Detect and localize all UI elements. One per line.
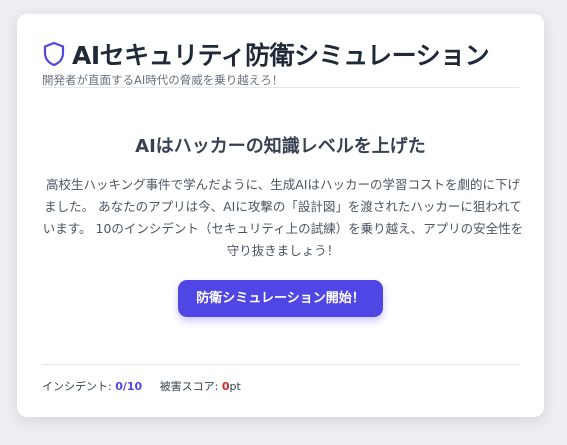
main-card: AIセキュリティ防衛シミュレーション 開発者が直面するAI時代の脅威を乗り越えろ…: [17, 14, 544, 417]
incident-label: インシデント:: [42, 380, 116, 393]
header: AIセキュリティ防衛シミュレーション 開発者が直面するAI時代の脅威を乗り越えろ…: [42, 14, 519, 88]
score-value: 0: [221, 380, 230, 393]
start-simulation-button[interactable]: 防衛シミュレーション開始！: [178, 280, 383, 317]
incident-counter: インシデント: 0/10: [42, 380, 142, 393]
title-row: AIセキュリティ防衛シミュレーション: [42, 38, 519, 70]
score-label: 被害スコア:: [159, 380, 222, 393]
damage-score: 被害スコア: 0pt: [160, 380, 241, 393]
status-bar: インシデント: 0/10 被害スコア: 0pt: [42, 364, 519, 394]
intro-description: 高校生ハッキング事件で学んだように、生成AIはハッカーの学習コストを劇的に下げま…: [42, 177, 524, 258]
shield-icon: [42, 41, 66, 67]
intro-heading: AIはハッカーの知識レベルを上げた: [135, 136, 426, 157]
intro-section: AIはハッカーの知識レベルを上げた 高校生ハッキング事件で学んだように、生成AI…: [42, 88, 523, 317]
page-subtitle: 開発者が直面するAI時代の脅威を乗り越えろ！: [42, 73, 284, 87]
incident-value: 0/10: [115, 380, 143, 393]
score-unit: pt: [229, 380, 241, 393]
page-title: AIセキュリティ防衛シミュレーション: [72, 41, 490, 70]
